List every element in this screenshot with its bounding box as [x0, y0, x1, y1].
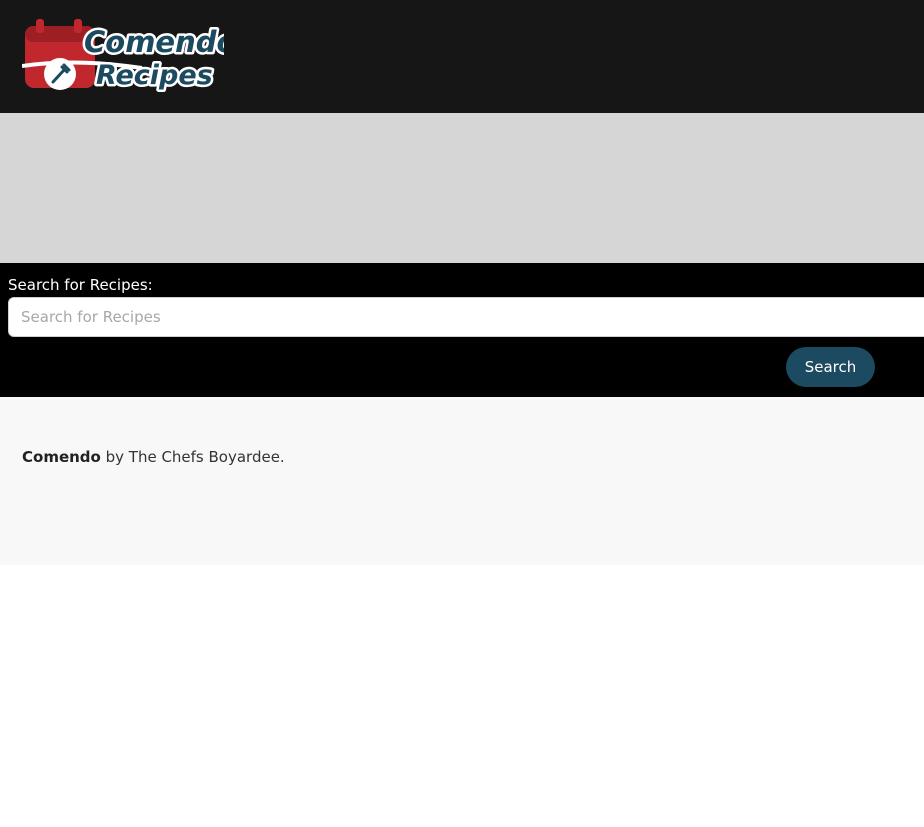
- search-label: Search for Recipes:: [8, 276, 153, 294]
- footer-suffix: by The Chefs Boyardee.: [100, 448, 285, 466]
- hero-banner: [0, 113, 924, 263]
- footer-credit: Comendo by The Chefs Boyardee.: [22, 447, 285, 467]
- search-input[interactable]: [8, 297, 924, 337]
- footer-brand: Comendo: [22, 448, 101, 466]
- footer: [0, 397, 924, 565]
- navbar: Comendo Comendo Recipes Recipes: [0, 0, 924, 113]
- svg-text:Recipes: Recipes: [96, 60, 213, 91]
- search-button[interactable]: Search: [786, 347, 875, 387]
- svg-text:Comendo: Comendo: [84, 25, 224, 59]
- calendar-fork-icon: Comendo Comendo Recipes Recipes: [22, 19, 224, 94]
- brand-logo[interactable]: Comendo Comendo Recipes Recipes: [22, 16, 224, 98]
